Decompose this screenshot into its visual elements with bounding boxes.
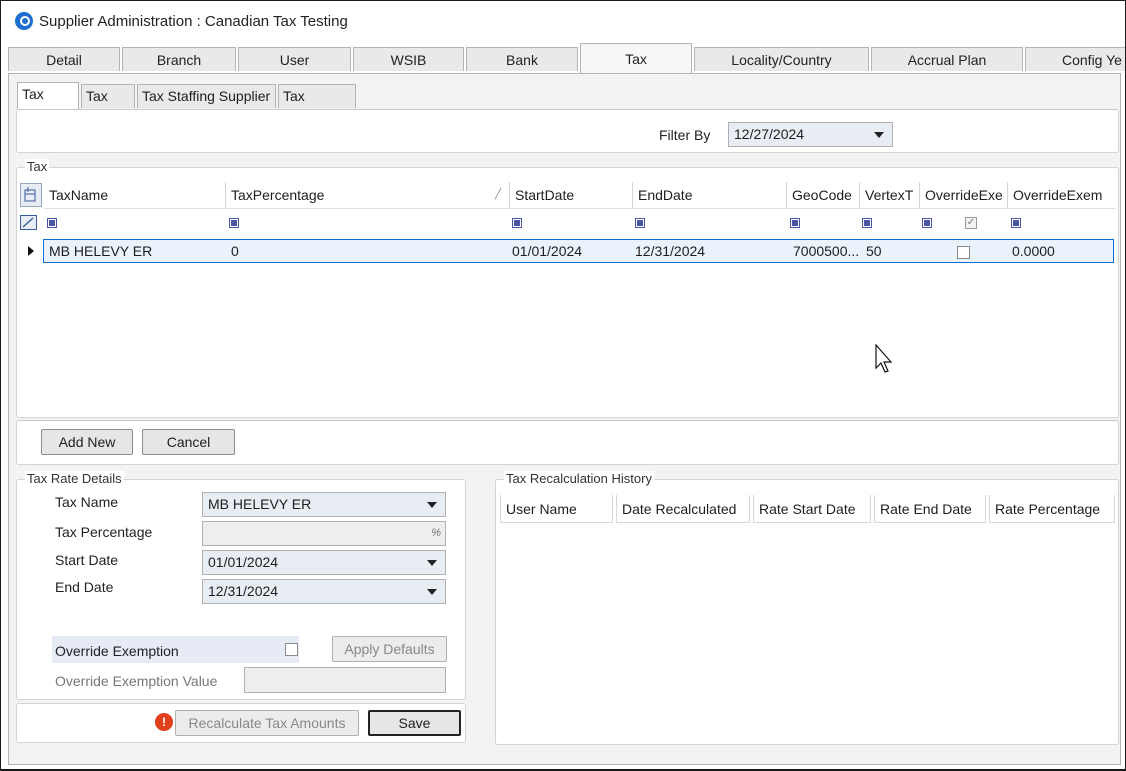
col-overrideexem[interactable]: OverrideExem: [1008, 182, 1116, 208]
recalculate-tax-amounts-button[interactable]: Recalculate Tax Amounts: [175, 710, 359, 736]
supplier-admin-window: Supplier Administration : Canadian Tax T…: [0, 0, 1126, 771]
tab-tax[interactable]: Tax: [580, 43, 692, 74]
col-geocode[interactable]: GeoCode: [787, 182, 860, 208]
action-panel: Add New Cancel: [16, 420, 1119, 465]
filter-geocode-icon[interactable]: [790, 218, 800, 228]
filter-taxname-icon[interactable]: [47, 218, 57, 228]
tax-percentage-input[interactable]: %: [202, 521, 446, 546]
filter-by-label: Filter By: [659, 127, 711, 143]
clear-filter-icon[interactable]: [20, 215, 37, 230]
window-title: Supplier Administration : Canadian Tax T…: [39, 13, 348, 30]
filter-startdate-icon[interactable]: [512, 218, 522, 228]
subtab-tax-master[interactable]: Tax Master: [278, 84, 356, 126]
filter-overrideexe-checkbox[interactable]: ✓: [965, 217, 977, 229]
title-bar: Supplier Administration : Canadian Tax T…: [1, 1, 1125, 43]
filter-vertext-icon[interactable]: [862, 218, 872, 228]
subtab-tax-staffing-supplier[interactable]: Tax Staffing Supplier: [137, 84, 276, 108]
col-rate-percentage[interactable]: Rate Percentage: [989, 495, 1115, 523]
chevron-down-icon[interactable]: [874, 132, 884, 138]
col-taxpercentage[interactable]: TaxPercentage ╱: [226, 182, 510, 208]
mouse-cursor-icon: [875, 344, 893, 373]
tab-branch[interactable]: Branch: [122, 47, 236, 71]
override-exemption-value-input[interactable]: [244, 667, 446, 693]
tab-config-year[interactable]: Config Ye: [1025, 47, 1125, 71]
chevron-down-icon[interactable]: [427, 502, 437, 508]
main-tab-strip: Detail Branch User WSIB Bank Tax Localit…: [1, 43, 1125, 74]
filter-taxpercentage-icon[interactable]: [229, 218, 239, 228]
tax-percentage-label: Tax Percentage: [55, 524, 153, 540]
cell-vertext: 50: [866, 243, 882, 259]
col-date-recalculated[interactable]: Date Recalculated: [616, 495, 750, 523]
apply-defaults-button[interactable]: Apply Defaults: [332, 636, 447, 662]
col-user-name[interactable]: User Name: [500, 495, 613, 523]
tab-locality-country[interactable]: Locality/Country: [694, 47, 869, 71]
cell-overrideexe-checkbox[interactable]: [957, 246, 970, 259]
tax-rate-details-group: Tax Rate Details Tax Name MB HELEVY ER T…: [16, 471, 466, 700]
tab-bank[interactable]: Bank: [466, 47, 578, 71]
add-new-button[interactable]: Add New: [41, 429, 133, 455]
override-exemption-checkbox[interactable]: [285, 643, 298, 656]
filter-enddate-icon[interactable]: [635, 218, 645, 228]
filter-date-combo[interactable]: 12/27/2024: [728, 122, 893, 147]
override-exemption-label: Override Exemption: [55, 643, 179, 659]
start-date-label: Start Date: [55, 552, 119, 568]
tax-name-label: Tax Name: [55, 494, 119, 510]
column-chooser-icon[interactable]: [20, 183, 42, 207]
col-startdate[interactable]: StartDate: [510, 182, 633, 208]
col-taxname[interactable]: TaxName: [44, 182, 226, 208]
tab-wsib[interactable]: WSIB: [353, 47, 464, 71]
cell-enddate: 12/31/2024: [635, 243, 706, 259]
filter-overrideexe-icon[interactable]: [922, 218, 932, 228]
cell-taxpercentage: 0: [231, 243, 239, 259]
save-button[interactable]: Save: [368, 710, 461, 736]
col-taxpercentage-label: TaxPercentage: [231, 187, 325, 203]
chevron-down-icon[interactable]: [427, 589, 437, 595]
tax-recalculation-history-group: Tax Recalculation History User Name Date…: [495, 471, 1119, 745]
row-indicator-icon: [28, 246, 34, 256]
tax-group: Tax TaxName TaxPercentage ╱ StartDate En…: [16, 159, 1119, 418]
subtab-tax-rate[interactable]: Tax Rate: [17, 82, 79, 124]
filter-panel: Filter By 12/27/2024: [16, 109, 1119, 153]
end-date-combo[interactable]: 12/31/2024: [202, 579, 446, 604]
filter-overrideexem-icon[interactable]: [1011, 218, 1021, 228]
cancel-button[interactable]: Cancel: [142, 429, 235, 455]
override-exemption-value-label: Override Exemption Value: [55, 673, 218, 689]
app-logo-icon: [15, 12, 33, 30]
col-vertext[interactable]: VertexT: [860, 182, 920, 208]
cell-startdate: 01/01/2024: [512, 243, 583, 259]
tax-tab-panel: Tax Rate Tax EIN Tax Staffing Supplier T…: [8, 73, 1121, 765]
details-footer: ! Recalculate Tax Amounts Save: [16, 703, 466, 743]
cell-overrideexem: 0.0000: [1012, 243, 1055, 259]
end-date-value: 12/31/2024: [208, 583, 279, 599]
cell-geocode: 7000500...: [793, 243, 860, 259]
tax-group-title: Tax: [25, 159, 50, 174]
filter-date-value: 12/27/2024: [734, 126, 805, 142]
sort-indicator-icon: ╱: [494, 189, 501, 200]
percent-symbol: %: [431, 527, 441, 539]
warning-icon: !: [155, 713, 173, 731]
tax-name-combo[interactable]: MB HELEVY ER: [202, 492, 446, 517]
subtab-tax-ein[interactable]: Tax EIN: [81, 84, 135, 126]
tab-user[interactable]: User: [238, 47, 351, 71]
tax-rate-details-title: Tax Rate Details: [25, 471, 124, 486]
table-row[interactable]: MB HELEVY ER 0 01/01/2024 12/31/2024 700…: [43, 239, 1114, 263]
end-date-label: End Date: [55, 579, 114, 595]
start-date-combo[interactable]: 01/01/2024: [202, 550, 446, 575]
tax-grid-header: TaxName TaxPercentage ╱ StartDate EndDat…: [44, 182, 1116, 209]
filter-row: ✓: [20, 212, 1116, 234]
chevron-down-icon[interactable]: [427, 560, 437, 566]
tax-name-value: MB HELEVY ER: [208, 496, 312, 512]
tab-detail[interactable]: Detail: [8, 47, 120, 71]
col-rate-start-date[interactable]: Rate Start Date: [753, 495, 871, 523]
tab-accrual-plan[interactable]: Accrual Plan: [871, 47, 1023, 71]
col-rate-end-date[interactable]: Rate End Date: [874, 495, 986, 523]
col-overrideexe[interactable]: OverrideExe: [920, 182, 1008, 208]
tax-recalculation-history-title: Tax Recalculation History: [504, 471, 654, 486]
col-enddate[interactable]: EndDate: [633, 182, 787, 208]
start-date-value: 01/01/2024: [208, 554, 279, 570]
history-grid-header: User Name Date Recalculated Rate Start D…: [500, 495, 1116, 523]
cell-taxname: MB HELEVY ER: [49, 243, 153, 259]
